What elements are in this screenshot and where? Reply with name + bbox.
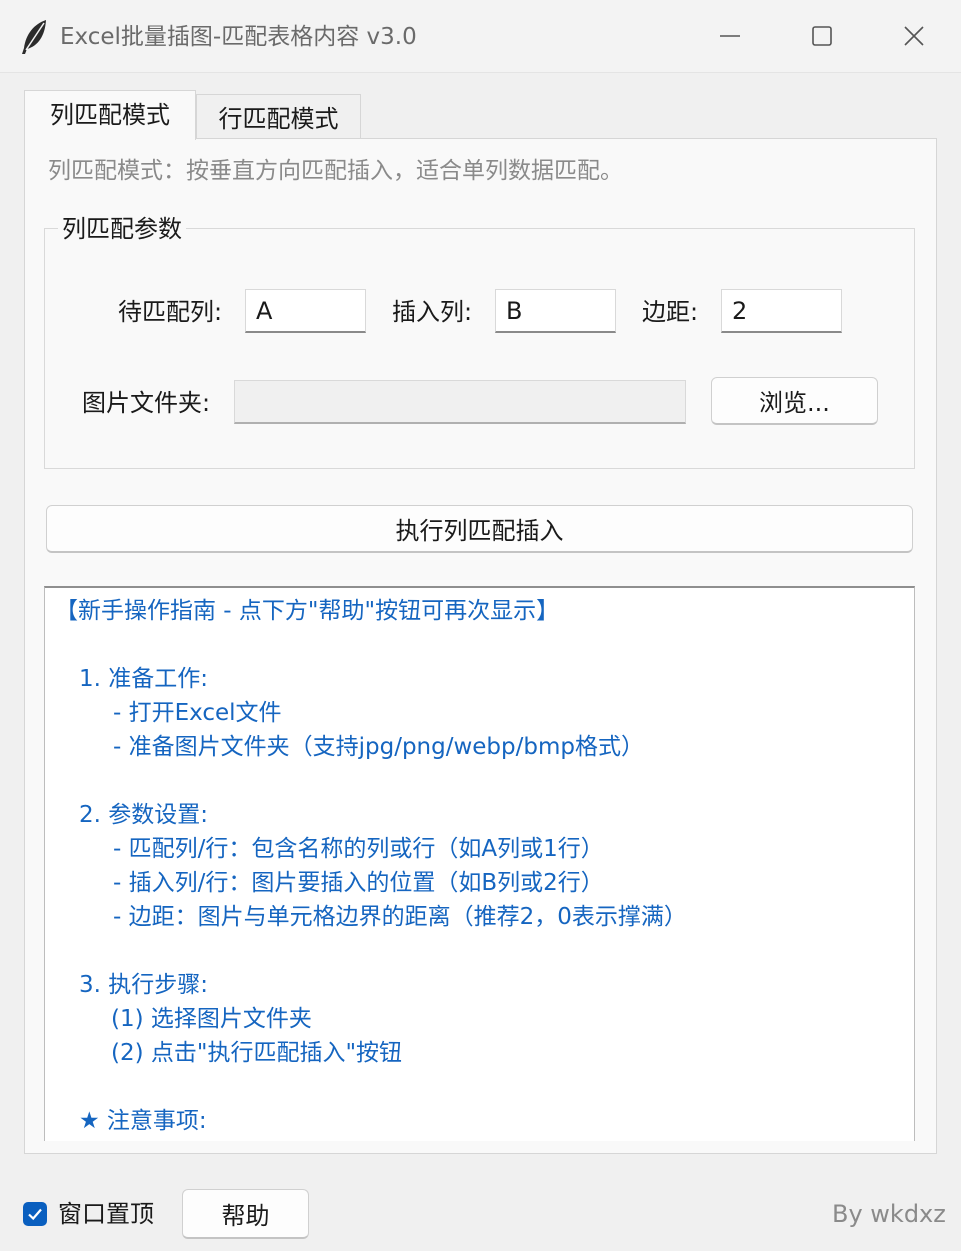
window-title: Excel批量插图-匹配表格内容 v3.0: [60, 24, 417, 50]
maximize-button[interactable]: [776, 0, 868, 72]
minimize-button[interactable]: [684, 0, 776, 72]
tab-column-mode[interactable]: 列匹配模式: [24, 90, 196, 140]
insert-column-label: 插入列:: [392, 298, 473, 326]
title-bar[interactable]: Excel批量插图-匹配表格内容 v3.0: [0, 0, 961, 73]
tab-row-mode[interactable]: 行匹配模式: [196, 94, 361, 142]
minimize-icon: [720, 35, 740, 37]
guide-line: (1) 选择图片文件夹: [111, 1006, 312, 1032]
checkmark-icon: [28, 1208, 42, 1221]
margin-input[interactable]: [721, 289, 842, 333]
image-folder-input[interactable]: [234, 380, 686, 424]
run-column-match-button[interactable]: 执行列匹配插入: [46, 505, 913, 553]
match-column-label: 待匹配列:: [118, 298, 223, 326]
guide-textbox[interactable]: 【新手操作指南 - 点下方"帮助"按钮可再次显示】 1. 准备工作: - 打开E…: [44, 586, 915, 1141]
topmost-label[interactable]: 窗口置顶: [58, 1197, 154, 1231]
close-button[interactable]: [868, 0, 960, 72]
params-group: [44, 228, 915, 469]
guide-line: - 打开Excel文件: [113, 700, 282, 726]
guide-line: 1. 准备工作:: [79, 666, 209, 692]
insert-column-input[interactable]: [495, 289, 616, 333]
image-folder-label: 图片文件夹:: [82, 389, 211, 417]
guide-line: (2) 点击"执行匹配插入"按钮: [111, 1040, 403, 1066]
mode-description: 列匹配模式：按垂直方向匹配插入，适合单列数据匹配。: [48, 158, 623, 184]
guide-header: 【新手操作指南 - 点下方"帮助"按钮可再次显示】: [55, 598, 560, 624]
guide-line: - 边距：图片与单元格边界的距离（推荐2，0表示撑满）: [113, 904, 687, 930]
guide-line: 2. 参数设置:: [79, 802, 209, 828]
match-column-input[interactable]: [245, 289, 366, 333]
maximize-icon: [812, 26, 832, 46]
margin-label: 边距:: [642, 298, 699, 326]
author-credit: By wkdxz: [832, 1200, 946, 1228]
help-button[interactable]: 帮助: [182, 1189, 309, 1239]
guide-line: - 匹配列/行：包含名称的列或行（如A列或1行）: [113, 836, 604, 862]
browse-button[interactable]: 浏览...: [711, 377, 878, 425]
params-group-title: 列匹配参数: [58, 212, 186, 246]
guide-line: - 准备图片文件夹（支持jpg/png/webp/bmp格式）: [113, 734, 644, 760]
topmost-checkbox[interactable]: [23, 1202, 47, 1226]
guide-line: - 插入列/行：图片要插入的位置（如B列或2行）: [113, 870, 604, 896]
close-icon: [904, 26, 924, 46]
guide-line: 3. 执行步骤:: [79, 972, 209, 998]
feather-icon: [22, 20, 46, 54]
guide-line: ★ 注意事项:: [79, 1108, 207, 1134]
